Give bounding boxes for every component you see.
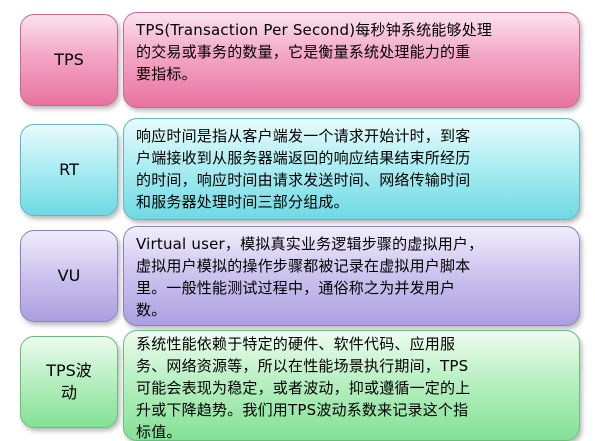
tps-fluctuation-label-box: TPS波 动 <box>20 336 118 428</box>
rt-description-line: 响应时间是指从客户端发一个请求开始计时，到客 <box>136 127 471 145</box>
rt-description-line: 户端接收到从服务器端返回的响应结果结束所经历 <box>136 149 471 167</box>
vu-description-box: Virtual user，模拟真实业务逻辑步骤的虚拟用户， 虚拟用户模拟的操作步… <box>123 226 580 326</box>
tps-description-box: TPS(Transaction Per Second)每秒钟系统能够处理 的交易… <box>123 12 580 108</box>
rt-description-box: 响应时间是指从客户端发一个请求开始计时，到客 户端接收到从服务器端返回的响应结果… <box>123 118 580 220</box>
vu-description-line: 虚拟用户模拟的操作步骤都被记录在虚拟用户脚本 <box>136 257 471 275</box>
tps-fluctuation-label: TPS波 动 <box>46 360 92 403</box>
vu-description-line: Virtual user，模拟真实业务逻辑步骤的虚拟用户， <box>136 235 484 253</box>
rt-description-line: 和服务器处理时间三部分组成。 <box>136 193 349 211</box>
rt-description-line: 的时间，响应时间由请求发送时间、网络传输时间 <box>136 171 471 189</box>
tps-description-line: TPS(Transaction Per Second)每秒钟系统能够处理 <box>136 21 493 39</box>
tps-fluctuation-description-line: 标值。 <box>136 423 182 441</box>
tps-label-box: TPS <box>20 14 118 106</box>
tps-fluctuation-label-line: 动 <box>60 383 77 402</box>
rt-label: RT <box>59 160 79 180</box>
vu-description-line: 里。一般性能测试过程中，通俗称之为并发用户 <box>136 279 456 297</box>
vu-label: VU <box>57 266 81 286</box>
vu-label-box: VU <box>20 230 118 322</box>
tps-fluctuation-label-line: TPS波 <box>46 361 92 381</box>
tps-description-line: 要指标。 <box>136 65 197 83</box>
tps-fluctuation-description-line: 可能会表现为稳定，或者波动，抑或遵循一定的上 <box>136 379 471 397</box>
tps-description-line: 的交易或事务的数量，它是衡量系统处理能力的重 <box>136 43 471 61</box>
tps-fluctuation-description-line: 升或下降趋势。我们用TPS波动系数来记录这个指 <box>136 401 469 419</box>
vu-description-line: 数。 <box>136 301 167 319</box>
tps-fluctuation-description-line: 系统性能依赖于特定的硬件、软件代码、应用服 <box>136 335 456 353</box>
tps-fluctuation-description-line: 务、网络资源等，所以在性能场景执行期间，TPS <box>136 357 469 375</box>
tps-fluctuation-description-box: 系统性能依赖于特定的硬件、软件代码、应用服 务、网络资源等，所以在性能场景执行期… <box>123 330 580 441</box>
rt-label-box: RT <box>20 124 118 216</box>
tps-label: TPS <box>54 50 84 70</box>
